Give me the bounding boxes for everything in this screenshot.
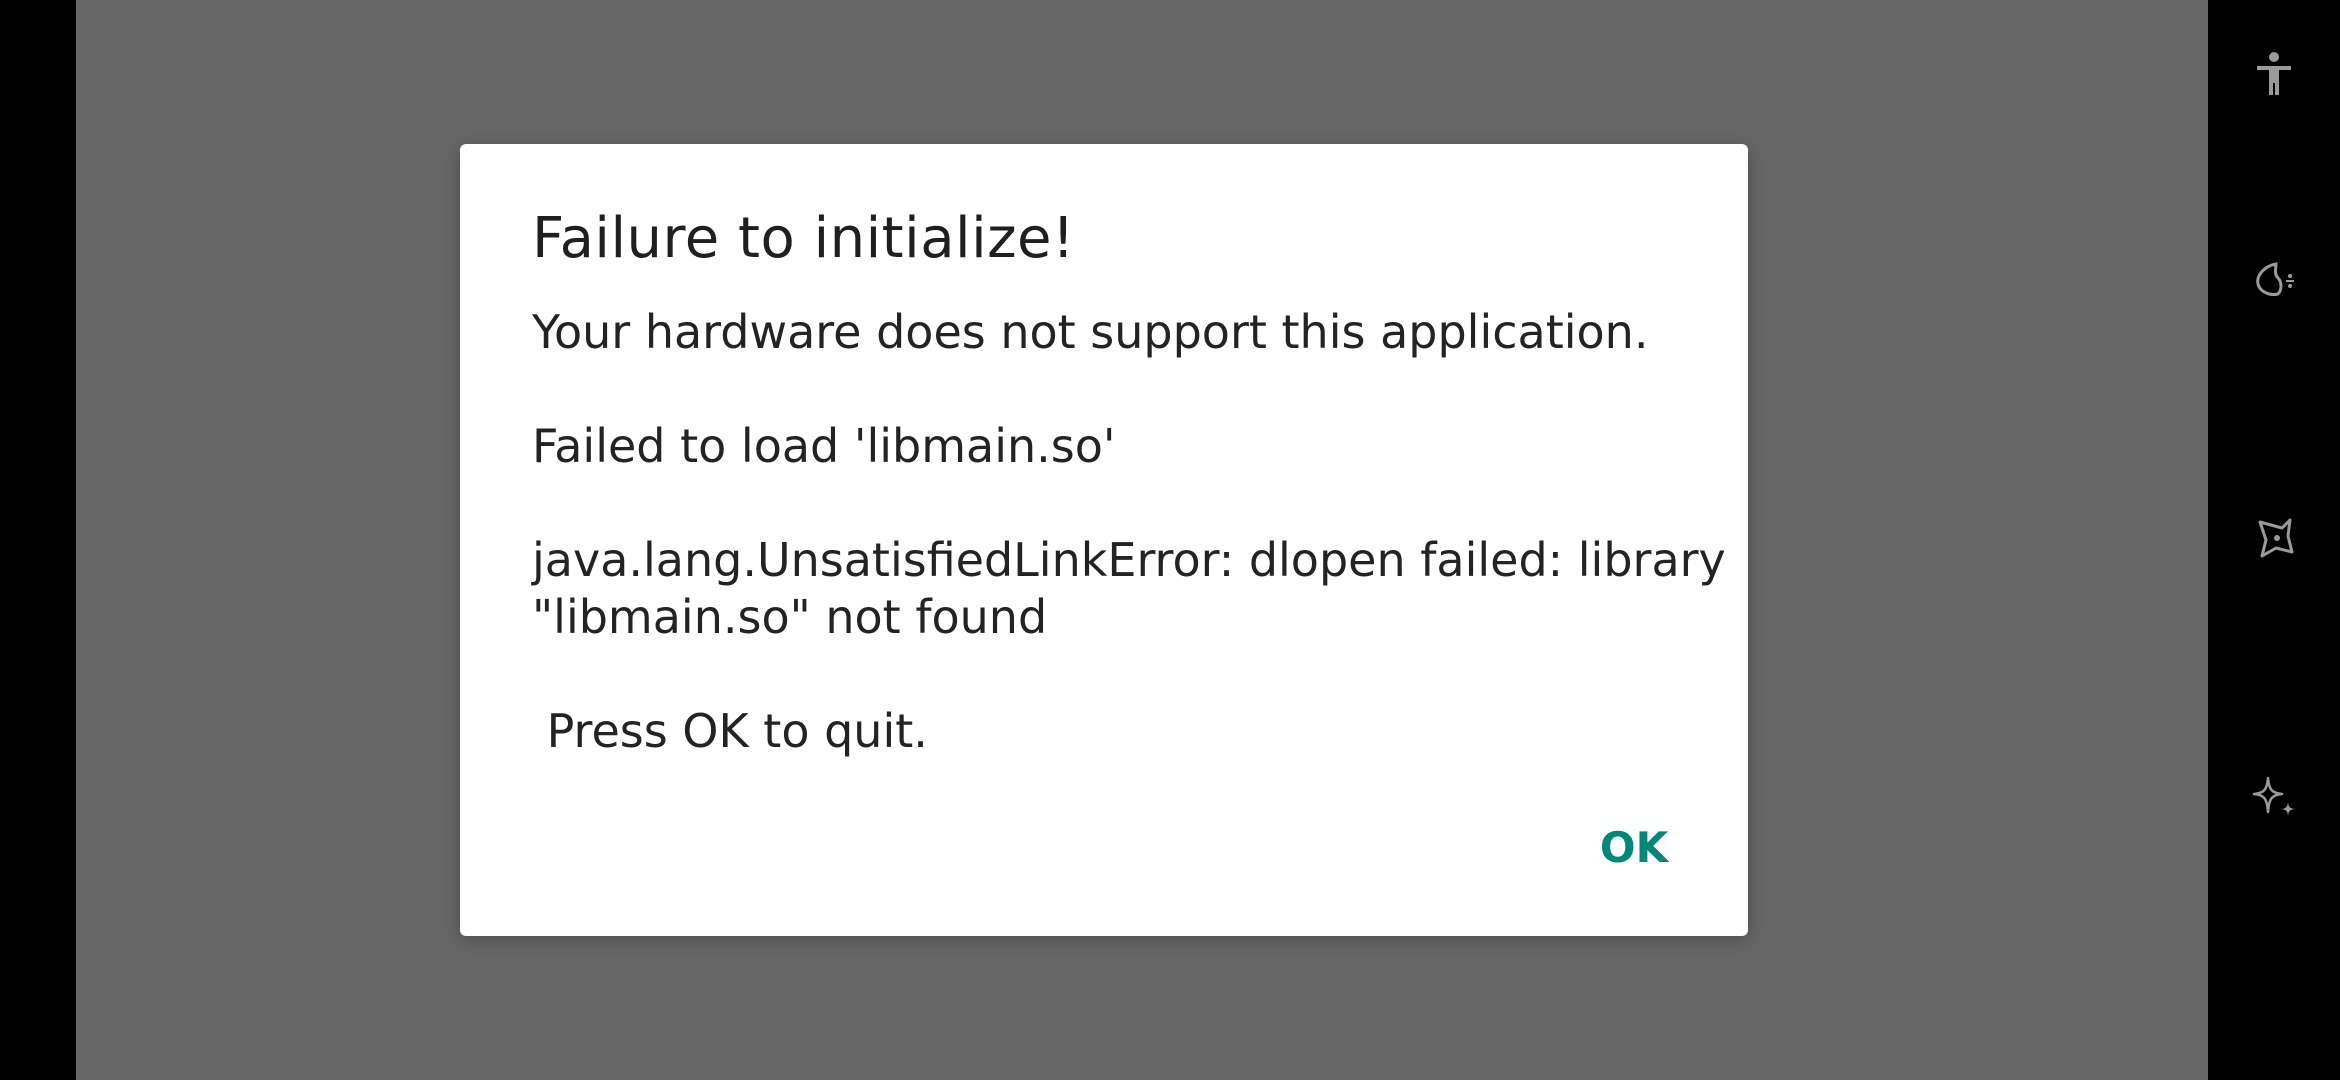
message-line-error-2: "libmain.so" not found (532, 590, 1048, 644)
message-line-quit: Press OK to quit. (532, 704, 928, 758)
error-dialog: Failure to initialize! Your hardware doe… (460, 144, 1748, 936)
left-bezel (0, 0, 76, 1080)
smart-sidebar-icon (2248, 254, 2300, 310)
dialog-message: Your hardware does not support this appl… (532, 304, 1726, 760)
message-line-hardware: Your hardware does not support this appl… (532, 305, 1649, 359)
accessibility-icon (2248, 48, 2300, 104)
sparkle-button[interactable] (2234, 760, 2314, 840)
message-line-load-failure: Failed to load 'libmain.so' (532, 419, 1116, 473)
dialog-title: Failure to initialize! (532, 206, 1075, 271)
message-line-error-1: java.lang.UnsatisfiedLinkError: dlopen f… (532, 533, 1726, 587)
sparkle-icon (2248, 772, 2300, 828)
game-assistant-button[interactable] (2234, 500, 2314, 580)
screen: Failure to initialize! Your hardware doe… (0, 0, 2340, 1080)
game-assistant-icon (2248, 512, 2300, 568)
smart-sidebar-button[interactable] (2234, 242, 2314, 322)
accessibility-button[interactable] (2234, 36, 2314, 116)
ok-button[interactable]: OK (1570, 812, 1698, 882)
